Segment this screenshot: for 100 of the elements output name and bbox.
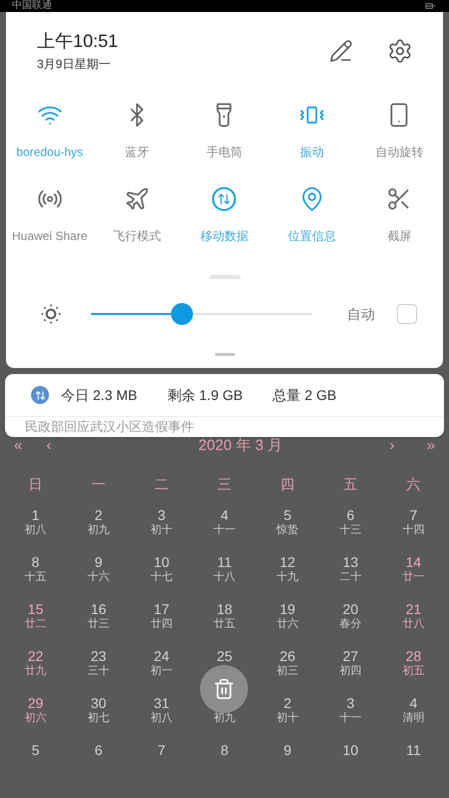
quick-setting-tile[interactable]: 截屏 xyxy=(356,185,443,245)
calendar-day[interactable]: 24 xyxy=(154,648,170,664)
lunar-date: 惊蛰 xyxy=(276,524,298,536)
calendar-day[interactable]: 29 xyxy=(28,694,44,712)
quick-setting-tile[interactable]: 位置信息 xyxy=(268,185,356,245)
calendar-day[interactable]: 25 xyxy=(216,648,232,664)
calendar-day[interactable]: 8 xyxy=(220,742,228,758)
previous-month-arrow[interactable]: ‹ xyxy=(46,435,52,458)
calendar-day[interactable]: 28 xyxy=(406,648,422,664)
lunar-date: 初八 xyxy=(24,524,46,536)
calendar-day[interactable]: 7 xyxy=(410,506,418,524)
calendar-day[interactable]: 18 xyxy=(216,600,232,618)
calendar-day[interactable]: 16 xyxy=(90,600,106,618)
delete-button[interactable] xyxy=(200,665,248,713)
lunar-date: 初九 xyxy=(214,712,236,724)
lunar-date: 二十 xyxy=(340,570,362,584)
auto-checkbox[interactable] xyxy=(397,304,417,324)
calendar-day[interactable]: 7 xyxy=(158,742,166,758)
calendar-day[interactable]: 10 xyxy=(342,742,358,758)
calendar-day[interactable]: 11 xyxy=(217,554,232,570)
lunar-date: 三十 xyxy=(88,664,110,678)
lunar-date: 十一 xyxy=(214,524,236,536)
notification-text: 民政部回应武汉小区造假事件 xyxy=(25,420,194,434)
calendar-day[interactable]: 9 xyxy=(94,554,102,570)
weekday-header: 五 xyxy=(342,474,358,494)
calendar-day[interactable]: 26 xyxy=(280,648,296,664)
settings-icon[interactable] xyxy=(387,38,413,64)
lunar-date: 十三 xyxy=(340,524,362,536)
calendar-day[interactable]: 6 xyxy=(346,506,354,524)
calendar-day[interactable]: 6 xyxy=(94,742,102,758)
tile-label: 移动数据 xyxy=(200,228,248,245)
calendar-day[interactable]: 19 xyxy=(280,600,296,618)
lunar-date: 廿六 xyxy=(276,618,298,630)
lunar-date: 廿三 xyxy=(88,618,110,630)
tile-label: Huawei Share xyxy=(12,228,88,245)
calendar-day[interactable]: 21 xyxy=(406,600,422,618)
calendar-day[interactable]: 12 xyxy=(280,554,296,570)
next-year-arrow[interactable]: » xyxy=(426,435,435,458)
calendar-day[interactable]: 2 xyxy=(94,506,102,524)
calendar-day[interactable]: 31 xyxy=(154,694,170,712)
calendar-day[interactable]: 4 xyxy=(410,694,418,712)
lunar-date: 初一 xyxy=(150,664,172,678)
lunar-date: 十九 xyxy=(276,570,298,584)
quick-setting-tile[interactable]: 振动 xyxy=(268,101,356,161)
lunar-date: 初十 xyxy=(150,524,172,536)
auto-label: 自动 xyxy=(347,304,375,324)
tile-label: 蓝牙 xyxy=(125,144,150,161)
calendar-day[interactable]: 27 xyxy=(342,648,358,664)
lunar-date: 春分 xyxy=(340,618,362,630)
calendar-day[interactable]: 2 xyxy=(284,694,292,712)
calendar-day[interactable]: 3 xyxy=(346,694,354,712)
calendar-day[interactable]: 14 xyxy=(406,554,422,570)
quick-setting-tile[interactable]: 自动旋转 xyxy=(356,101,443,161)
calendar-day[interactable]: 17 xyxy=(154,600,170,618)
quick-setting-tile[interactable]: 手电筒 xyxy=(180,101,268,161)
calendar-day[interactable]: 10 xyxy=(154,554,170,570)
data-transfer-icon xyxy=(212,187,236,211)
data-transfer-icon xyxy=(31,386,49,404)
lunar-date: 廿二 xyxy=(24,618,46,630)
weekday-header: 二 xyxy=(154,474,170,494)
lunar-date: 廿一 xyxy=(402,570,424,584)
drag-handle[interactable] xyxy=(214,353,234,356)
calendar-day[interactable]: 9 xyxy=(284,742,292,758)
airplane-icon xyxy=(124,186,150,212)
weekday-header: 日 xyxy=(28,474,44,494)
calendar-day[interactable]: 5 xyxy=(32,742,40,758)
lunar-date: 初八 xyxy=(150,712,172,724)
calendar-day[interactable]: 8 xyxy=(32,554,40,570)
lunar-date: 廿九 xyxy=(24,664,46,678)
calendar-day[interactable]: 13 xyxy=(342,554,358,570)
previous-year-arrow[interactable]: « xyxy=(14,435,22,458)
quick-setting-tile[interactable]: boredou-hys xyxy=(6,101,94,161)
lunar-date: 十一 xyxy=(340,712,362,724)
edit-icon[interactable] xyxy=(329,39,353,63)
remaining-data: 剩余 1.9 GB xyxy=(167,386,243,404)
calendar-day[interactable]: 1 xyxy=(32,506,40,524)
calendar-day[interactable]: 5 xyxy=(284,506,292,524)
calendar-day[interactable]: 30 xyxy=(90,694,106,712)
calendar-day[interactable]: 3 xyxy=(158,506,166,524)
lunar-date: 十六 xyxy=(88,570,110,584)
calendar-day[interactable]: 11 xyxy=(406,742,421,758)
quick-setting-tile[interactable]: 蓝牙 xyxy=(93,101,181,161)
quick-setting-tile[interactable]: 移动数据 xyxy=(180,185,268,245)
lunar-date: 廿四 xyxy=(150,618,172,630)
lunar-date: 十五 xyxy=(24,570,46,584)
calendar-day[interactable]: 23 xyxy=(90,648,106,664)
lunar-date: 初七 xyxy=(88,712,110,724)
calendar-day[interactable]: 22 xyxy=(28,648,44,664)
slider-thumb[interactable] xyxy=(170,303,193,325)
tile-label: 手电筒 xyxy=(206,144,242,161)
calendar-day[interactable]: 4 xyxy=(220,506,228,524)
calendar-day[interactable]: 20 xyxy=(342,600,358,618)
weekday-header: 四 xyxy=(280,474,296,494)
next-month-arrow[interactable]: › xyxy=(390,435,395,458)
lunar-date: 十八 xyxy=(214,570,236,584)
quick-setting-tile[interactable]: 飞行模式 xyxy=(93,185,181,245)
calendar-day[interactable]: 15 xyxy=(28,600,44,618)
trash-icon xyxy=(213,678,235,700)
quick-setting-tile[interactable]: Huawei Share xyxy=(6,185,94,245)
month-title: 2020 年 3 月 xyxy=(198,436,283,456)
